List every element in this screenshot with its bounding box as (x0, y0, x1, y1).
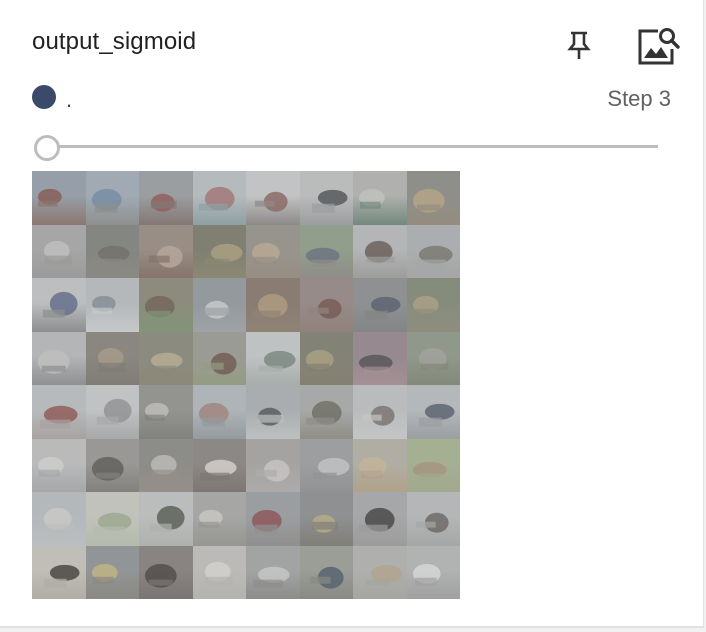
image-tile-frog (139, 331, 193, 385)
image-tile-horse (299, 278, 353, 332)
image-tile-frog (246, 278, 300, 332)
image-tile-car (299, 438, 353, 492)
image-tile-bird (192, 492, 246, 546)
image-tile-car (139, 438, 193, 492)
image-tile-frog (246, 224, 300, 278)
step-label: Step 3 (607, 86, 671, 111)
image-tile-truck (353, 278, 407, 332)
image-tile-bird (139, 492, 193, 546)
card-title: output_sigmoid (32, 28, 197, 55)
image-tile-deer (139, 385, 193, 439)
image-tile-deer (406, 438, 460, 492)
image-tile-horse (32, 545, 86, 599)
image-tile-airplane (85, 278, 139, 332)
image-tile-frog (299, 331, 353, 385)
image-tile-truck (85, 438, 139, 492)
image-tile-cat (139, 545, 193, 599)
image-tile-bird (353, 224, 407, 278)
image-tile-cat (32, 438, 86, 492)
image-tile-deer (406, 331, 460, 385)
image-tile-car (246, 492, 300, 546)
image-tile-horse (139, 278, 193, 332)
image-tile-ship (85, 385, 139, 439)
image-tile-airplane (246, 385, 300, 439)
pin-icon (567, 31, 591, 59)
image-tile-frog (406, 171, 460, 225)
image-tile-ship (299, 171, 353, 225)
image-tile-dog (192, 438, 246, 492)
run-name: . (66, 87, 73, 112)
image-tile-bird (85, 224, 139, 278)
image-tile-frog (192, 224, 246, 278)
image-tile-bird (85, 331, 139, 385)
image-tile-horse (192, 331, 246, 385)
step-slider[interactable] (32, 134, 660, 161)
image-tile-deer (406, 492, 460, 546)
image-tile-bird (353, 545, 407, 599)
image-tile-airplane (32, 385, 86, 439)
image-tile-horse (32, 492, 86, 546)
image-tile-frog (353, 171, 407, 225)
image-tile-cat (139, 224, 193, 278)
image-tile-car (85, 171, 139, 225)
image-tile-airplane (192, 278, 246, 332)
image-tile-ship (246, 171, 300, 225)
image-tile-horse (299, 224, 353, 278)
run-legend: . (32, 84, 73, 112)
image-search-icon (638, 28, 680, 65)
run-color-dot (32, 85, 56, 109)
image-tile-airplane (32, 224, 86, 278)
image-tile-airplane (353, 385, 407, 439)
image-tile-bird (406, 224, 460, 278)
image-tile-dog (353, 438, 407, 492)
image-tile-frog (85, 492, 139, 546)
image-tile-truck (299, 492, 353, 546)
image-search-button[interactable] (634, 24, 684, 68)
image-tile-car (406, 545, 460, 599)
image-tile-airplane (246, 331, 300, 385)
image-tile-frog (299, 385, 353, 439)
image-tile-ship (192, 171, 246, 225)
pin-button[interactable] (560, 26, 598, 64)
image-tile-cat (353, 331, 407, 385)
image-tile-car (85, 545, 139, 599)
image-tile-truck (32, 278, 86, 332)
image-tile-truck (246, 545, 300, 599)
image-grid[interactable] (32, 171, 460, 599)
image-tile-horse (353, 492, 407, 546)
image-tile-ship (192, 385, 246, 439)
image-tile-frog (406, 278, 460, 332)
image-tile-truck (139, 171, 193, 225)
image-tile-ship (32, 171, 86, 225)
image-card: output_sigmoid . Step 3 (0, 0, 704, 628)
image-tile-dog (192, 545, 246, 599)
image-tile-truck (32, 331, 86, 385)
slider-track[interactable] (46, 145, 658, 148)
image-tile-truck (299, 545, 353, 599)
slider-thumb[interactable] (34, 135, 60, 161)
image-tile-truck (406, 385, 460, 439)
image-tile-dog (246, 438, 300, 492)
